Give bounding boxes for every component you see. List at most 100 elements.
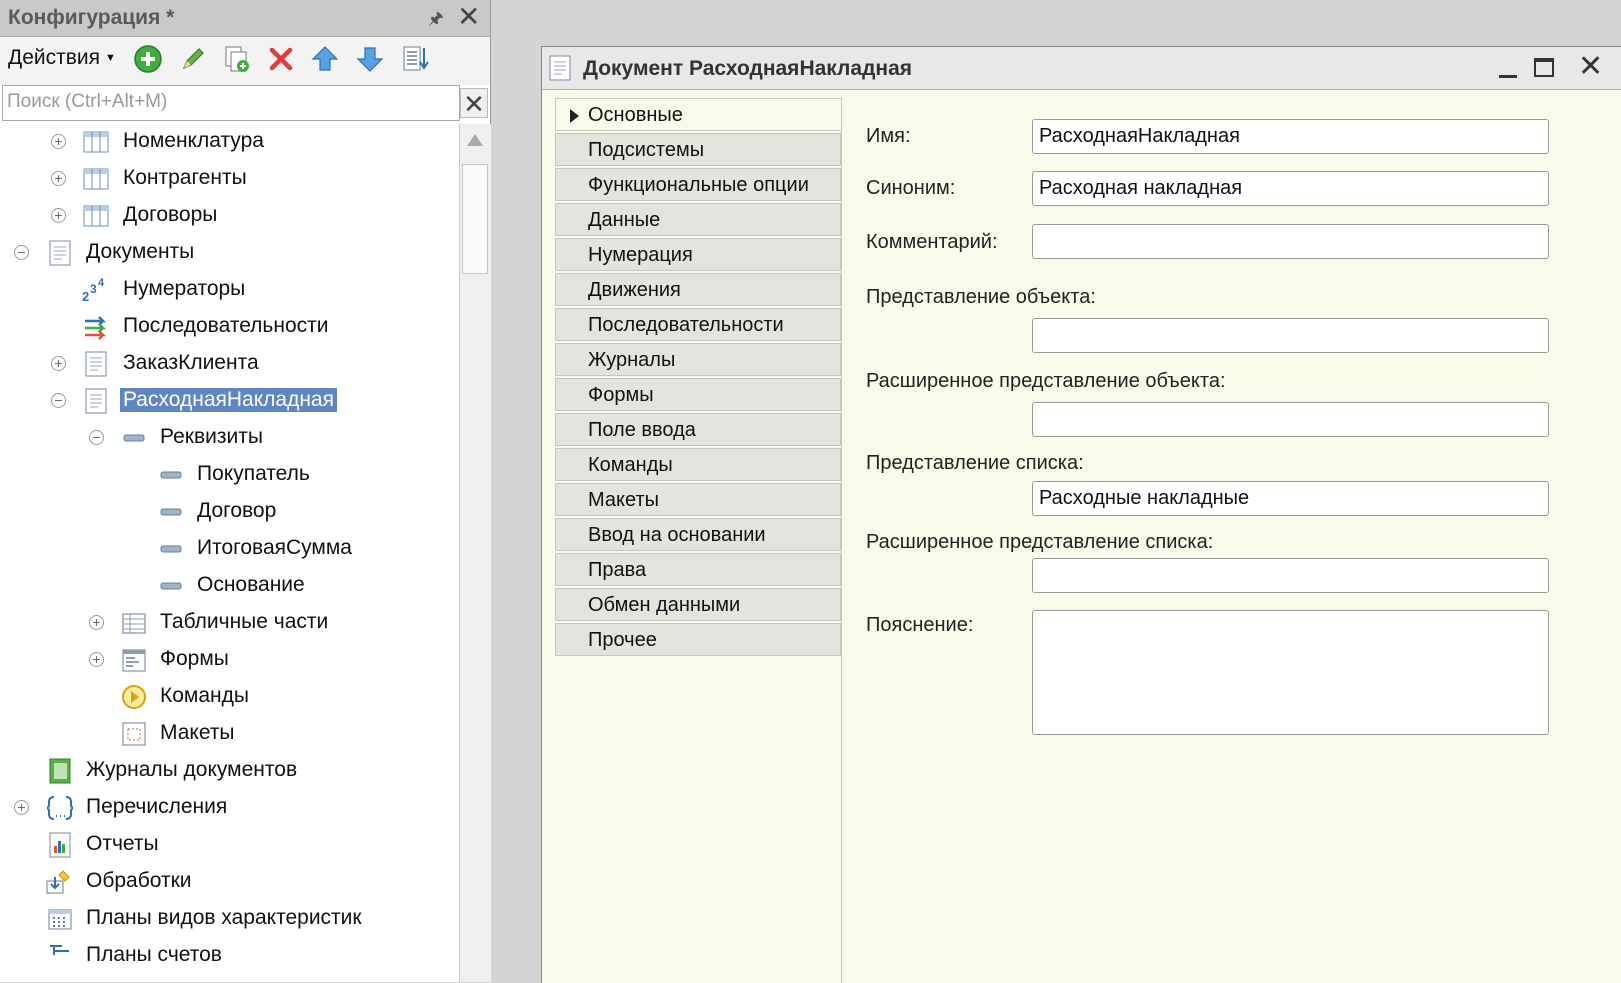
- actions-menu-label: Действия: [8, 46, 101, 69]
- scroll-thumb[interactable]: [462, 164, 488, 274]
- tree-item-label: РасходнаяНакладная: [120, 388, 337, 412]
- expand-icon[interactable]: +: [14, 800, 29, 815]
- tab-numbering[interactable]: Нумерация: [555, 238, 841, 271]
- list-presentation-label: Представление списка:: [866, 452, 1084, 474]
- copy-icon[interactable]: [222, 44, 252, 74]
- tab-data[interactable]: Данные: [555, 203, 841, 236]
- maximize-icon[interactable]: [1534, 58, 1554, 77]
- move-up-icon[interactable]: [310, 44, 340, 74]
- tab-commands[interactable]: Команды: [555, 448, 841, 481]
- ext-list-presentation-label: Расширенное представление списка:: [866, 531, 1214, 553]
- tree-item-label: Договор: [197, 499, 277, 522]
- add-icon[interactable]: [133, 44, 163, 74]
- configuration-panel: Конфигурация * 🖈︎ ✕ Действия ▼ Поиск (Ct…: [0, 0, 491, 982]
- chart-of-accounts-icon: [50, 945, 69, 955]
- tab-input-field[interactable]: Поле ввода: [555, 413, 841, 446]
- collapse-icon[interactable]: −: [14, 245, 29, 260]
- tab-rights[interactable]: Права: [555, 553, 841, 586]
- enumeration-icon: [47, 796, 73, 820]
- document-icon: [85, 388, 107, 414]
- sort-list-icon[interactable]: [400, 44, 430, 74]
- tree-item-label: Реквизиты: [160, 425, 263, 448]
- expand-icon[interactable]: +: [51, 208, 66, 223]
- tab-other[interactable]: Прочее: [555, 623, 841, 656]
- svg-text:3: 3: [90, 282, 97, 296]
- expand-icon[interactable]: +: [89, 615, 104, 630]
- tab-functional-options[interactable]: Функциональные опции: [555, 168, 841, 201]
- scroll-up-icon[interactable]: [467, 134, 483, 146]
- list-presentation-field[interactable]: [1032, 481, 1549, 516]
- close-icon[interactable]: ✕: [457, 2, 480, 32]
- search-input[interactable]: [3, 86, 441, 118]
- expand-icon[interactable]: +: [51, 356, 66, 371]
- minimize-icon[interactable]: [1499, 75, 1517, 78]
- edit-pencil-icon[interactable]: [178, 44, 208, 74]
- pin-icon[interactable]: 🖈︎: [428, 6, 444, 35]
- tree-item-label: ИтоговаяСумма: [197, 536, 352, 559]
- tree-item-label: Формы: [160, 647, 229, 670]
- ext-object-presentation-field[interactable]: [1032, 402, 1549, 437]
- table-icon: [122, 613, 146, 634]
- command-icon: [122, 685, 146, 709]
- tab-label: Ввод на основании: [588, 524, 766, 546]
- expand-icon[interactable]: +: [51, 171, 66, 186]
- window-title-bar: Документ РасходнаяНакладная ✕: [542, 47, 1621, 90]
- comment-field[interactable]: [1032, 224, 1549, 259]
- form-icon: [122, 649, 146, 672]
- tab-register-records[interactable]: Движения: [555, 273, 841, 306]
- close-icon[interactable]: ✕: [1578, 51, 1603, 83]
- tree-item-label: Журналы документов: [86, 758, 298, 781]
- tab-label: Макеты: [588, 489, 659, 511]
- tab-sequences[interactable]: Последовательности: [555, 308, 841, 341]
- tab-label: Основные: [588, 104, 683, 126]
- explanation-field[interactable]: [1032, 610, 1549, 735]
- tab-label: Последовательности: [588, 314, 784, 336]
- attribute-icon: [160, 545, 182, 553]
- tab-forms[interactable]: Формы: [555, 378, 841, 411]
- catalog-icon: [83, 131, 109, 153]
- tree-item-label: Нумераторы: [123, 277, 246, 300]
- tree-scrollbar[interactable]: [459, 124, 491, 982]
- tab-label: Прочее: [588, 629, 657, 651]
- clear-search-icon[interactable]: ✕: [460, 88, 488, 119]
- tree-item-label: Контрагенты: [123, 166, 247, 189]
- object-presentation-label: Представление объекта:: [866, 286, 1096, 308]
- tab-journals[interactable]: Журналы: [555, 343, 841, 376]
- tree-item-label: Основание: [197, 573, 305, 596]
- synonym-field[interactable]: [1032, 171, 1549, 206]
- move-down-icon[interactable]: [355, 44, 385, 74]
- tree-item-label: Планы счетов: [86, 943, 222, 966]
- comment-label: Комментарий:: [866, 231, 998, 253]
- tab-divider: [841, 97, 842, 983]
- tab-templates[interactable]: Макеты: [555, 483, 841, 516]
- tab-label: Права: [588, 559, 647, 581]
- numerator-icon: 234: [82, 277, 105, 303]
- actions-menu[interactable]: Действия ▼: [8, 46, 116, 70]
- tree-item-label: Перечисления: [86, 795, 228, 818]
- tab-label: Нумерация: [588, 244, 693, 266]
- chevron-down-icon: ▼: [105, 52, 116, 64]
- current-tab-arrow-icon: [570, 109, 579, 123]
- synonym-label: Синоним:: [866, 177, 956, 199]
- tab-data-exchange[interactable]: Обмен данными: [555, 588, 841, 621]
- tree-item-label: Команды: [160, 684, 249, 707]
- attribute-icon: [160, 508, 182, 516]
- ext-list-presentation-field[interactable]: [1032, 558, 1549, 593]
- document-icon: [85, 351, 107, 377]
- sequence-icon: [85, 316, 107, 340]
- tree-item-label: Табличные части: [160, 610, 329, 633]
- tab-label: Данные: [588, 209, 661, 231]
- tab-subsystems[interactable]: Подсистемы: [555, 133, 841, 166]
- tab-label: Формы: [588, 384, 654, 406]
- expand-icon[interactable]: +: [89, 652, 104, 667]
- name-label: Имя:: [866, 125, 911, 147]
- collapse-icon[interactable]: −: [89, 430, 104, 445]
- collapse-icon[interactable]: −: [51, 393, 66, 408]
- tab-input-by-basis[interactable]: Ввод на основании: [555, 518, 841, 551]
- object-presentation-field[interactable]: [1032, 318, 1549, 353]
- expand-icon[interactable]: +: [51, 134, 66, 149]
- name-field[interactable]: [1032, 119, 1549, 154]
- delete-icon[interactable]: [266, 44, 296, 74]
- svg-text:2: 2: [82, 289, 89, 303]
- tab-main[interactable]: Основные: [555, 98, 841, 131]
